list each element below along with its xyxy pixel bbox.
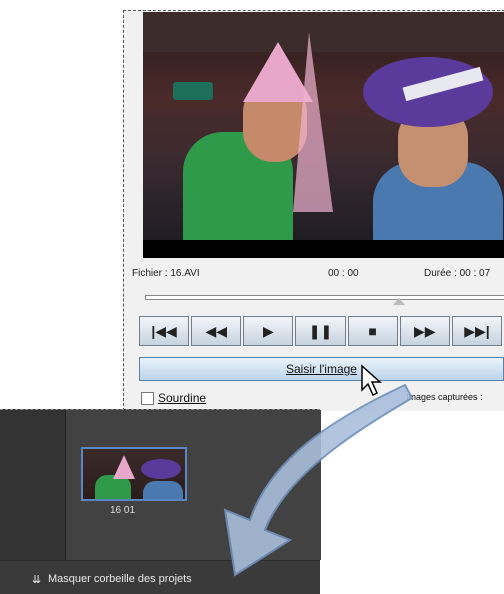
stop-button[interactable]: ■ xyxy=(347,316,398,346)
grab-frame-label: Saisir l'image xyxy=(286,362,357,376)
collapse-icon[interactable]: ⇊ xyxy=(32,573,41,586)
checkbox-icon[interactable] xyxy=(141,391,154,405)
timeline-slider[interactable] xyxy=(145,295,504,300)
rewind-button[interactable]: ◀◀ xyxy=(191,316,242,346)
arrow-icon xyxy=(223,383,414,577)
go-to-end-button[interactable]: ▶▶| xyxy=(451,316,502,346)
video-preview xyxy=(143,12,504,258)
grab-frame-button[interactable]: Saisir l'image xyxy=(139,357,504,381)
go-to-start-button[interactable]: |◀◀ xyxy=(139,316,190,346)
bin-thumbnail[interactable] xyxy=(81,447,187,501)
play-button[interactable]: ▶ xyxy=(243,316,294,346)
slider-thumb-icon[interactable] xyxy=(393,298,405,305)
duration: Durée : 00 : 07 xyxy=(424,268,491,279)
transport-controls: |◀◀ ◀◀ ▶ ❚❚ ■ ▶▶ ▶▶| xyxy=(139,316,504,348)
fast-forward-button[interactable]: ▶▶ xyxy=(399,316,450,346)
file-name: Fichier : 16.AVI xyxy=(132,268,200,279)
hide-bin-toggle[interactable]: Masquer corbeille des projets xyxy=(48,573,192,585)
timecode: 00 : 00 xyxy=(328,268,359,279)
pause-button[interactable]: ❚❚ xyxy=(295,316,346,346)
thumbnail-label: 16 01 xyxy=(110,505,136,516)
